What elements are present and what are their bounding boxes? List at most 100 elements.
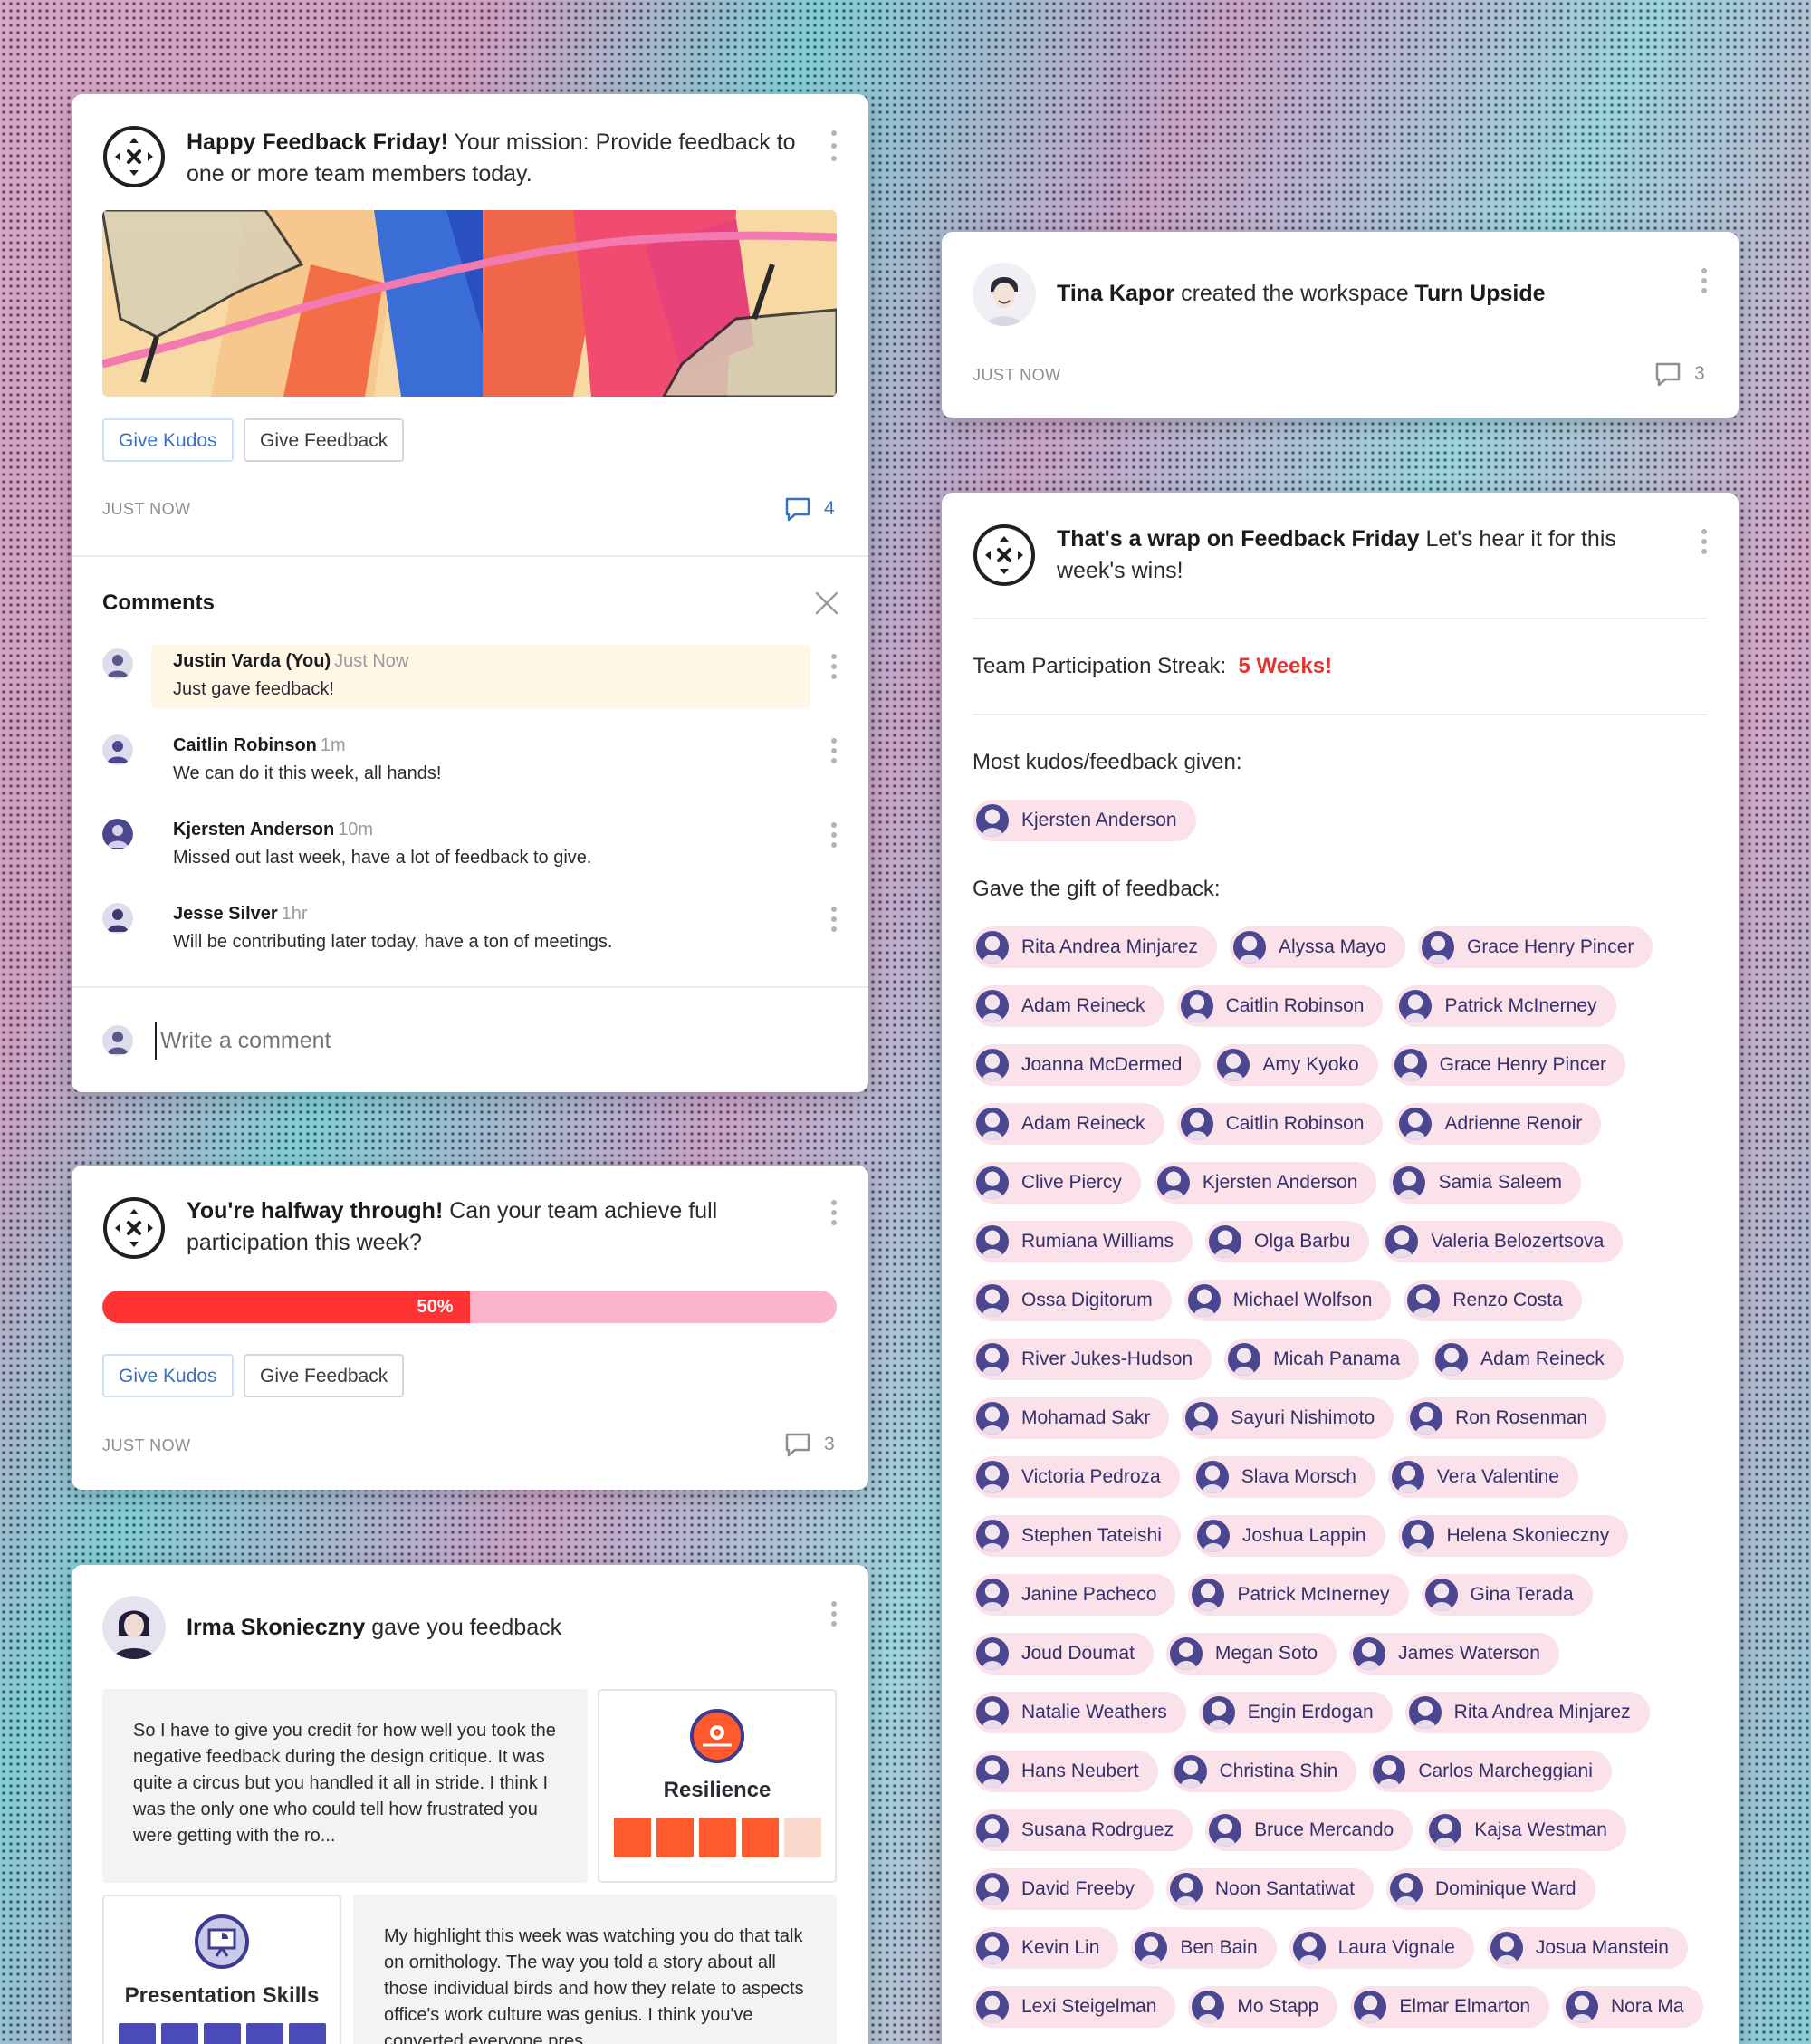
comment-count-button[interactable]: 3: [1654, 360, 1705, 388]
person-chip[interactable]: Ron Rosenman: [1406, 1397, 1607, 1439]
person-chip[interactable]: Helena Skonieczny: [1397, 1515, 1629, 1557]
person-name: Amy Kyoko: [1262, 1054, 1359, 1075]
person-chip[interactable]: Kajsa Westman: [1425, 1809, 1626, 1851]
close-icon[interactable]: [814, 590, 839, 616]
person-chip[interactable]: Megan Soto: [1165, 1633, 1337, 1675]
person-chip[interactable]: Engin Erdogan: [1198, 1692, 1393, 1733]
person-chip[interactable]: Adam Reineck: [973, 1103, 1164, 1145]
person-chip[interactable]: Bruce Mercando: [1205, 1809, 1413, 1851]
comment-options-button[interactable]: [825, 907, 843, 932]
person-chip[interactable]: Joanna McDermed: [973, 1044, 1202, 1086]
comment-options-button[interactable]: [825, 738, 843, 763]
weekly-wrap-card: That's a wrap on Feedback Friday Let's h…: [942, 493, 1739, 2044]
person-chip[interactable]: Natalie Weathers: [973, 1692, 1186, 1733]
person-chip[interactable]: Vera Valentine: [1387, 1456, 1578, 1498]
person-chip[interactable]: Janine Pacheco: [973, 1574, 1176, 1616]
person-chip[interactable]: Nora Ma: [1562, 1986, 1703, 2028]
person-chip[interactable]: Adam Reineck: [1432, 1339, 1624, 1380]
person-chip[interactable]: Caitlin Robinson: [1176, 985, 1384, 1027]
person-chip[interactable]: Sayuri Nishimoto: [1182, 1397, 1394, 1439]
person-chip[interactable]: River Jukes-Hudson: [973, 1339, 1212, 1380]
more-options-button[interactable]: [1695, 529, 1713, 554]
avatar: [1169, 1873, 1203, 1905]
comment-options-button[interactable]: [825, 654, 843, 679]
person-chip[interactable]: Micah Panama: [1224, 1339, 1420, 1380]
person-name: Rita Andrea Minjarez: [1021, 936, 1198, 957]
person-name: Renzo Costa: [1452, 1290, 1563, 1310]
person-name: Ben Bain: [1180, 1937, 1258, 1958]
comment-input[interactable]: [155, 1022, 825, 1060]
person-chip[interactable]: Ben Bain: [1131, 1927, 1277, 1969]
avatar: [976, 1814, 1009, 1847]
person-chip[interactable]: Amy Kyoko: [1213, 1044, 1378, 1086]
person-chip[interactable]: Mohamad Sakr: [973, 1397, 1170, 1439]
person-chip[interactable]: Susana Rodrguez: [973, 1809, 1193, 1851]
person-chip[interactable]: Patrick McInerney: [1395, 985, 1616, 1027]
person-chip[interactable]: David Freeby: [973, 1868, 1154, 1910]
person-name: Engin Erdogan: [1247, 1702, 1374, 1723]
person-chip[interactable]: Clive Piercy: [973, 1162, 1141, 1204]
person-chip[interactable]: Rita Andrea Minjarez: [1404, 1692, 1650, 1733]
comment-count-button[interactable]: 3: [784, 1431, 835, 1458]
person-chip[interactable]: Joud Doumat: [973, 1633, 1154, 1675]
person-chip[interactable]: Stephen Tateishi: [973, 1515, 1181, 1557]
person-chip[interactable]: Samia Saleem: [1389, 1162, 1582, 1204]
comment-options-button[interactable]: [825, 822, 843, 848]
person-chip[interactable]: James Waterson: [1349, 1633, 1559, 1675]
more-options-button[interactable]: [825, 1200, 843, 1225]
person-chip[interactable]: Noon Santatiwat: [1165, 1868, 1374, 1910]
person-chip[interactable]: Adam Reineck: [973, 985, 1164, 1027]
person-name: Grace Henry Pincer: [1439, 1054, 1607, 1075]
person-chip[interactable]: Elmar Elmarton: [1350, 1986, 1550, 2028]
person-chip[interactable]: Patrick McInerney: [1188, 1574, 1409, 1616]
person-chip[interactable]: Gina Terada: [1421, 1574, 1593, 1616]
more-options-button[interactable]: [1695, 268, 1713, 293]
person-chip[interactable]: Victoria Pedroza: [973, 1456, 1180, 1498]
avatar: [1196, 1520, 1230, 1552]
avatar: [976, 1696, 1009, 1729]
give-feedback-button[interactable]: Give Feedback: [244, 1354, 405, 1397]
person-chip[interactable]: Valeria Belozertsova: [1382, 1221, 1624, 1262]
person-chip[interactable]: Rumiana Williams: [973, 1221, 1193, 1262]
person-chip[interactable]: Joshua Lappin: [1193, 1515, 1385, 1557]
avatar: [1202, 1696, 1235, 1729]
more-options-button[interactable]: [825, 1601, 843, 1627]
person-chip[interactable]: Grace Henry Pincer: [1390, 1044, 1626, 1086]
progress-fill: [102, 1291, 470, 1323]
person-chip[interactable]: Hans Neubert: [973, 1751, 1158, 1792]
person-chip[interactable]: Renzo Costa: [1404, 1280, 1582, 1321]
workspace-headline: Tina Kapor created the workspace Turn Up…: [1057, 281, 1546, 306]
person-chip[interactable]: Kjersten Anderson: [973, 800, 1196, 841]
person-chip[interactable]: Lexi Steigelman: [973, 1986, 1176, 2028]
person-chip[interactable]: Laura Vignale: [1289, 1927, 1474, 1969]
person-chip[interactable]: Carlos Marcheggiani: [1369, 1751, 1612, 1792]
more-options-button[interactable]: [825, 130, 843, 161]
person-chip[interactable]: Rita Andrea Minjarez: [973, 926, 1217, 968]
avatar: [1185, 1402, 1219, 1435]
person-chip[interactable]: Adrienne Renoir: [1395, 1103, 1602, 1145]
person-chip[interactable]: Michael Wolfson: [1183, 1280, 1392, 1321]
avatar: [976, 1402, 1009, 1435]
person-chip[interactable]: Caitlin Robinson: [1176, 1103, 1384, 1145]
person-name: Janine Pacheco: [1021, 1584, 1157, 1605]
person-chip[interactable]: Kjersten Anderson: [1153, 1162, 1377, 1204]
person-chip[interactable]: Ossa Digitorum: [973, 1280, 1172, 1321]
person-chip[interactable]: Slava Morsch: [1192, 1456, 1375, 1498]
comment-text: We can do it this week, all hands!: [173, 763, 442, 783]
person-name: Joanna McDermed: [1021, 1054, 1183, 1075]
person-chip[interactable]: Grace Henry Pincer: [1417, 926, 1653, 968]
person-name: Mo Stapp: [1237, 1996, 1319, 2017]
person-chip[interactable]: Alyssa Mayo: [1229, 926, 1405, 968]
avatar: [1394, 1049, 1427, 1081]
person-chip[interactable]: Olga Barbu: [1205, 1221, 1370, 1262]
person-chip[interactable]: Kevin Lin: [973, 1927, 1119, 1969]
person-chip[interactable]: Christina Shin: [1170, 1751, 1357, 1792]
comment-count-button[interactable]: 4: [784, 495, 835, 523]
person-name: Ron Rosenman: [1455, 1407, 1588, 1428]
give-feedback-button[interactable]: Give Feedback: [244, 418, 405, 462]
give-kudos-button[interactable]: Give Kudos: [102, 1354, 234, 1397]
person-chip[interactable]: Dominique Ward: [1386, 1868, 1595, 1910]
person-chip[interactable]: Mo Stapp: [1188, 1986, 1338, 2028]
person-chip[interactable]: Josua Manstein: [1486, 1927, 1688, 1969]
give-kudos-button[interactable]: Give Kudos: [102, 418, 234, 462]
